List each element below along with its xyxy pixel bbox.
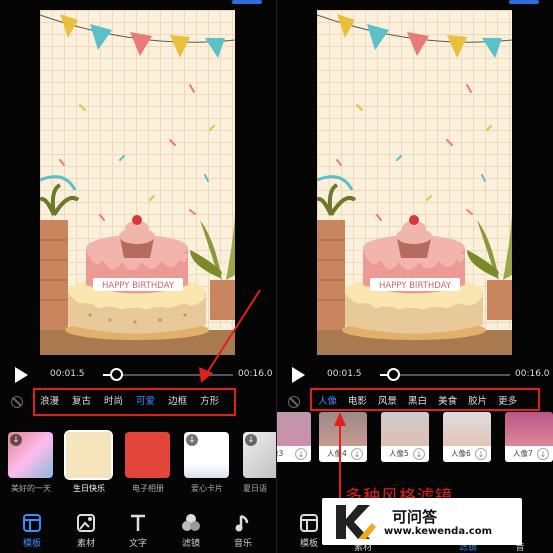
no-template-icon[interactable]	[11, 396, 23, 408]
template-thumb-1[interactable]: ↓	[8, 432, 53, 478]
current-time: 00:01.5	[327, 369, 362, 379]
filter-thumb-4[interactable]: 人像6 ↓	[443, 412, 491, 462]
template-thumb-3[interactable]	[125, 432, 170, 478]
template-label-5: 夏日语	[243, 484, 267, 493]
bottom-nav: 模板 素材 文字 滤镜 音乐	[0, 508, 276, 553]
download-icon: ↓	[537, 448, 549, 460]
play-icon[interactable]	[15, 367, 28, 383]
template-thumb-2[interactable]	[64, 430, 113, 480]
watermark-logo: 可问答 www.kewenda.com	[322, 498, 522, 545]
status-indicator	[509, 0, 539, 4]
template-icon	[300, 514, 318, 532]
playback-timeline: 00:01.5 00:16.0	[277, 362, 553, 388]
filter-thumb-1[interactable]: 像3↓	[277, 412, 311, 462]
text-icon	[131, 514, 145, 531]
birthday-cake-illustration: HAPPY BIRTHDAY	[317, 14, 512, 355]
template-editor-panel: HAPPY BIRTHDAY 00:01.5 00:16.0 浪漫 复古 时尚 可爱边…	[0, 0, 276, 553]
template-label-4: 爱心卡片	[191, 484, 223, 493]
timeline-scrubber[interactable]	[387, 368, 400, 381]
filter-thumb-3[interactable]: 人像5 ↓	[381, 412, 429, 462]
filter-editor-panel: HAPPY BIRTHDAY 00:01.5 00:16.0 人像 电影 风景 黑白美…	[277, 0, 553, 553]
download-icon: ↓	[295, 448, 307, 460]
nav-music[interactable]: 音乐	[223, 512, 263, 549]
nav-template[interactable]: 模板	[12, 512, 52, 549]
download-icon: ↓	[475, 448, 487, 460]
annotation-arrow	[199, 289, 261, 383]
download-icon: ↓	[413, 448, 425, 460]
filter-thumb-5[interactable]: 人像7 ↓	[505, 412, 553, 462]
filter-icon	[182, 514, 200, 531]
highlight-box	[33, 388, 236, 416]
total-time: 00:16.0	[515, 369, 550, 379]
template-label-2: 生日快乐	[73, 484, 105, 493]
download-icon: ↓	[10, 434, 22, 446]
template-thumb-5[interactable]: ↓	[243, 432, 276, 478]
current-time: 00:01.5	[50, 369, 85, 379]
sticker-icon	[77, 514, 95, 532]
watermark-title: 可问答	[392, 508, 438, 526]
cake-banner-text: HAPPY BIRTHDAY	[102, 281, 175, 291]
template-icon	[23, 514, 41, 532]
highlight-box	[310, 388, 540, 411]
cake-banner-text: HAPPY BIRTHDAY	[379, 281, 452, 291]
video-preview[interactable]: HAPPY BIRTHDAY	[317, 10, 512, 355]
template-list: ↓ ↓ ↓ 美好的一天 生日快乐 电子相册 爱心卡片 夏日语	[0, 428, 276, 498]
nav-filter[interactable]: 滤镜	[171, 512, 211, 549]
status-indicator	[232, 0, 262, 4]
music-icon	[235, 514, 249, 532]
download-icon: ↓	[245, 434, 257, 446]
nav-sticker[interactable]: 素材	[66, 512, 106, 549]
play-icon[interactable]	[292, 367, 305, 383]
template-thumb-4[interactable]: ↓	[184, 432, 229, 478]
download-icon: ↓	[351, 448, 363, 460]
no-filter-icon[interactable]	[288, 396, 300, 408]
template-label-3: 电子相册	[132, 484, 164, 493]
timeline-scrubber[interactable]	[110, 368, 123, 381]
download-icon: ↓	[186, 434, 198, 446]
nav-text[interactable]: 文字	[118, 512, 158, 549]
watermark-url: www.kewenda.com	[384, 526, 493, 537]
k-logo-icon	[330, 503, 378, 541]
template-label-1: 美好的一天	[11, 484, 51, 493]
